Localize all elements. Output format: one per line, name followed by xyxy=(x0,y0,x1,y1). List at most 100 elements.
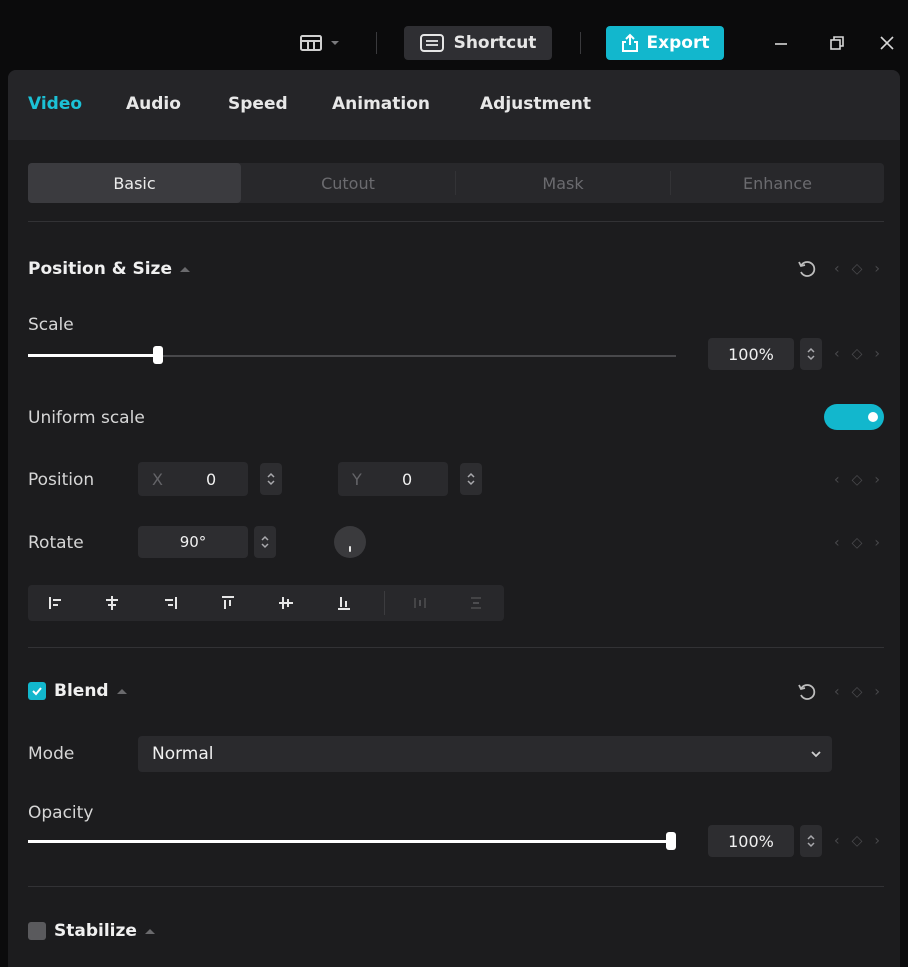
export-icon xyxy=(621,33,638,52)
opacity-stepper[interactable] xyxy=(800,825,822,857)
stabilize-header[interactable]: Stabilize xyxy=(28,921,155,941)
restore-button[interactable] xyxy=(822,28,852,58)
tab-animation[interactable]: Animation xyxy=(332,94,430,114)
next-keyframe-icon[interactable]: › xyxy=(874,472,880,488)
layout-menu-button[interactable] xyxy=(300,28,350,58)
scale-stepper[interactable] xyxy=(800,338,822,370)
chevron-down-icon xyxy=(331,41,339,45)
next-keyframe-icon[interactable]: › xyxy=(874,684,880,700)
distribute-vertical-icon[interactable] xyxy=(464,591,488,615)
toolbar-divider xyxy=(580,32,581,54)
mode-label: Mode xyxy=(28,744,75,764)
export-label: Export xyxy=(646,33,710,53)
next-keyframe-icon[interactable]: › xyxy=(874,833,880,849)
tab-video[interactable]: Video xyxy=(28,94,82,114)
align-left-icon[interactable] xyxy=(44,591,68,615)
tab-audio[interactable]: Audio xyxy=(126,94,181,114)
position-size-header[interactable]: Position & Size xyxy=(28,259,190,279)
prev-keyframe-icon[interactable]: ‹ xyxy=(834,472,840,488)
position-x-stepper[interactable] xyxy=(260,463,282,495)
alignment-toolbar xyxy=(28,585,504,621)
close-button[interactable] xyxy=(872,28,902,58)
subtab-enhance[interactable]: Enhance xyxy=(671,163,884,203)
keyboard-icon xyxy=(419,34,444,52)
shortcut-label: Shortcut xyxy=(453,33,537,53)
prev-keyframe-icon[interactable]: ‹ xyxy=(834,261,840,277)
collapse-caret-icon xyxy=(144,928,155,934)
rotate-dial[interactable] xyxy=(334,526,366,558)
tab-adjustment[interactable]: Adjustment xyxy=(480,94,591,114)
distribute-horizontal-icon[interactable] xyxy=(408,591,432,615)
stepper-icon xyxy=(807,347,815,361)
align-divider xyxy=(384,591,385,615)
divider xyxy=(28,221,884,222)
export-button[interactable]: Export xyxy=(606,26,724,60)
blend-checkbox[interactable] xyxy=(28,682,46,700)
align-center-horizontal-icon[interactable] xyxy=(100,591,124,615)
uniform-scale-label: Uniform scale xyxy=(28,408,145,428)
x-prefix: X xyxy=(152,470,163,489)
reset-icon[interactable] xyxy=(796,258,818,280)
keyframe-nav[interactable]: ‹ ◇ › xyxy=(834,533,880,553)
main-tabs: Video Audio Speed Animation Adjustment xyxy=(8,70,900,140)
subtab-mask[interactable]: Mask xyxy=(456,163,670,203)
prev-keyframe-icon[interactable]: ‹ xyxy=(834,833,840,849)
collapse-caret-icon xyxy=(116,688,127,694)
y-prefix: Y xyxy=(352,470,362,489)
align-right-icon[interactable] xyxy=(158,591,182,615)
layout-icon xyxy=(300,35,322,51)
uniform-scale-toggle[interactable] xyxy=(824,404,884,430)
keyframe-nav[interactable]: ‹ ◇ › xyxy=(834,470,880,490)
scale-slider-thumb[interactable] xyxy=(153,346,163,364)
keyframe-nav[interactable]: ‹ ◇ › xyxy=(834,831,880,851)
opacity-slider-fill xyxy=(28,840,676,843)
add-keyframe-icon[interactable]: ◇ xyxy=(852,346,863,362)
scale-value-input[interactable]: 100% xyxy=(708,338,794,370)
tab-speed[interactable]: Speed xyxy=(228,94,288,114)
align-bottom-icon[interactable] xyxy=(332,591,356,615)
minimize-icon xyxy=(775,43,787,45)
align-top-icon[interactable] xyxy=(216,591,240,615)
divider xyxy=(28,886,884,887)
shortcut-button[interactable]: Shortcut xyxy=(404,26,552,60)
blend-mode-value: Normal xyxy=(152,744,214,764)
restore-icon xyxy=(830,36,844,50)
opacity-slider-thumb[interactable] xyxy=(666,832,676,850)
rotate-value-input[interactable]: 90° xyxy=(138,526,248,558)
minimize-button[interactable] xyxy=(766,28,796,58)
position-y-input[interactable]: Y 0 xyxy=(338,462,448,496)
add-keyframe-icon[interactable]: ◇ xyxy=(852,684,863,700)
scale-label: Scale xyxy=(28,315,74,335)
sub-tabs: Basic Cutout Mask Enhance xyxy=(28,163,884,203)
opacity-value-input[interactable]: 100% xyxy=(708,825,794,857)
rotate-stepper[interactable] xyxy=(254,526,276,558)
position-y-stepper[interactable] xyxy=(460,463,482,495)
keyframe-nav[interactable]: ‹ ◇ › xyxy=(834,259,880,279)
close-icon xyxy=(880,36,894,50)
next-keyframe-icon[interactable]: › xyxy=(874,535,880,551)
next-keyframe-icon[interactable]: › xyxy=(874,261,880,277)
add-keyframe-icon[interactable]: ◇ xyxy=(852,261,863,277)
toolbar-divider xyxy=(376,32,377,54)
keyframe-nav[interactable]: ‹ ◇ › xyxy=(834,344,880,364)
stabilize-checkbox[interactable] xyxy=(28,922,46,940)
next-keyframe-icon[interactable]: › xyxy=(874,346,880,362)
subtab-cutout[interactable]: Cutout xyxy=(241,163,455,203)
subtab-basic[interactable]: Basic xyxy=(28,163,241,203)
blend-mode-select[interactable]: Normal xyxy=(138,736,832,772)
checkmark-icon xyxy=(32,687,42,696)
prev-keyframe-icon[interactable]: ‹ xyxy=(834,535,840,551)
blend-header[interactable]: Blend xyxy=(28,681,127,701)
prev-keyframe-icon[interactable]: ‹ xyxy=(834,684,840,700)
prev-keyframe-icon[interactable]: ‹ xyxy=(834,346,840,362)
position-label: Position xyxy=(28,470,95,490)
align-center-vertical-icon[interactable] xyxy=(274,591,298,615)
add-keyframe-icon[interactable]: ◇ xyxy=(852,833,863,849)
position-x-input[interactable]: X 0 xyxy=(138,462,248,496)
add-keyframe-icon[interactable]: ◇ xyxy=(852,472,863,488)
reset-icon[interactable] xyxy=(796,681,818,703)
keyframe-nav[interactable]: ‹ ◇ › xyxy=(834,682,880,702)
stepper-icon xyxy=(467,472,475,486)
scale-slider-fill xyxy=(28,354,158,357)
add-keyframe-icon[interactable]: ◇ xyxy=(852,535,863,551)
